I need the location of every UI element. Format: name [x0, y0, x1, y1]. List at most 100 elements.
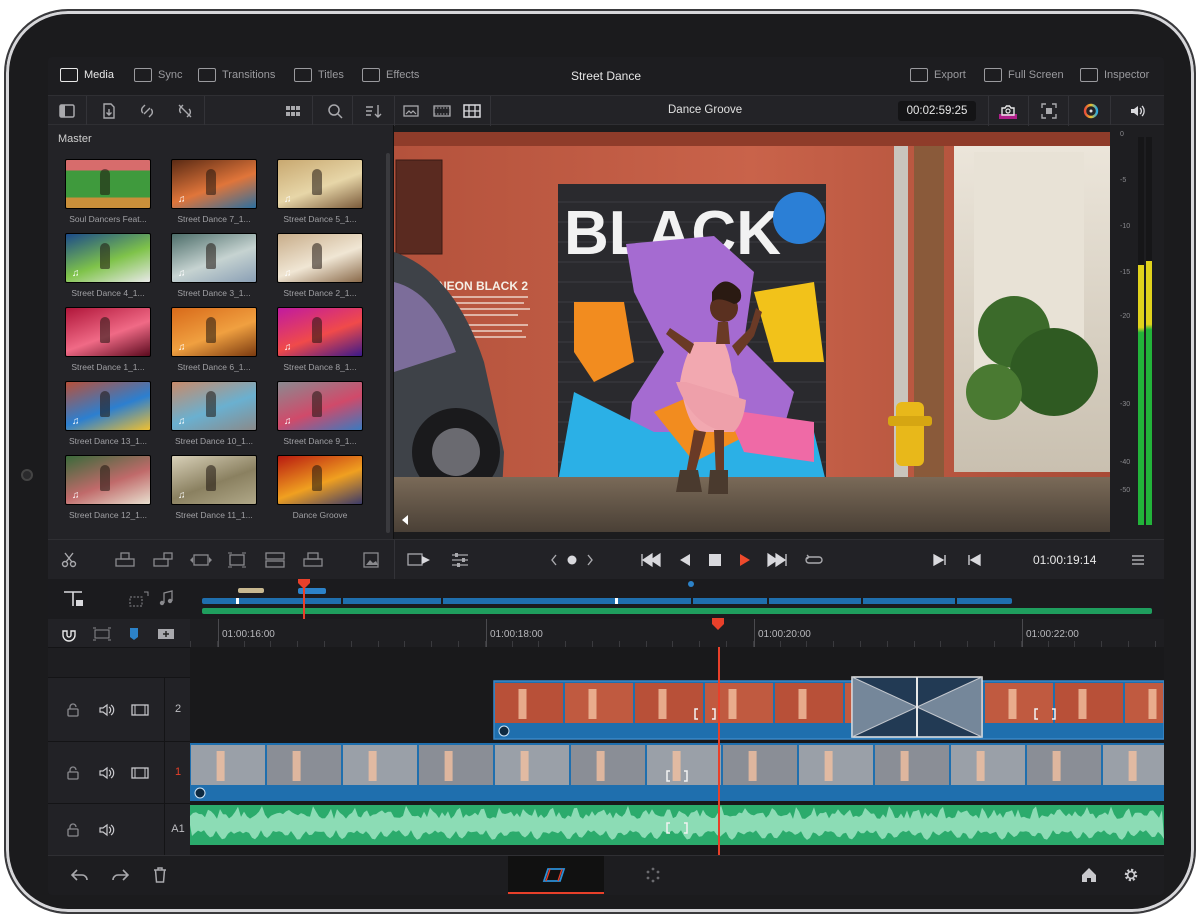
bin-name[interactable]: Master [58, 133, 92, 145]
meter-scale-label: 0 [1120, 131, 1124, 138]
timeline-ruler[interactable]: 01:00:16:00 01:00:18:00 01:00:20:00 01:00:2… [190, 619, 1164, 647]
gear-icon[interactable] [1122, 866, 1140, 888]
viewer[interactable]: BLACK' NEON BLACK 2 [394, 132, 1110, 532]
play-icon[interactable] [738, 551, 752, 573]
cut-page-tab[interactable] [508, 856, 604, 894]
ruler-label: 01:00:20:00 [758, 629, 811, 640]
clip-label: Soul Dancers Feat... [69, 214, 147, 224]
export-button[interactable]: Export [910, 68, 966, 82]
go-to-end-icon[interactable] [766, 551, 788, 573]
jog-control-icon[interactable] [550, 551, 594, 573]
source-overwrite-icon[interactable] [302, 551, 324, 573]
media-clip[interactable]: ♫ Street Dance 11_1... [164, 455, 264, 525]
media-clip[interactable]: ♫ Street Dance 6_1... [164, 307, 264, 377]
flag-marker-icon[interactable] [126, 625, 142, 646]
relink-icon[interactable] [138, 102, 156, 120]
sort-icon[interactable] [364, 102, 382, 120]
loop-icon[interactable] [804, 551, 824, 573]
filmstrip-figure [1052, 751, 1061, 781]
close-up-icon[interactable] [226, 551, 248, 573]
thumbnail-toggle-icon[interactable] [362, 551, 380, 573]
mark-out-icon[interactable] [966, 551, 982, 573]
viewer-single-icon[interactable] [402, 102, 420, 120]
camera-capture-icon[interactable] [998, 102, 1017, 120]
media-clip[interactable]: ♫ Street Dance 4_1... [58, 233, 158, 303]
adjustments-icon[interactable] [450, 551, 470, 573]
media-clip[interactable]: Soul Dancers Feat... [58, 159, 158, 229]
speaker-icon[interactable] [98, 765, 116, 784]
timeline-tracks[interactable] [190, 647, 1164, 855]
speaker-icon[interactable] [1128, 102, 1146, 120]
media-clip[interactable]: ♫ Street Dance 8_1... [270, 307, 370, 377]
home-icon[interactable] [1080, 866, 1098, 888]
inspector-button[interactable]: Inspector [1080, 68, 1149, 82]
media-clip[interactable]: ♫ Street Dance 7_1... [164, 159, 264, 229]
clip-thumbnail: ♫ [277, 381, 363, 431]
media-pool-scrollbar[interactable] [386, 153, 390, 533]
redo-icon[interactable] [110, 866, 130, 888]
speaker-icon[interactable] [98, 822, 116, 841]
menu-icon[interactable] [1130, 551, 1146, 573]
fullscreen-button[interactable]: Full Screen [984, 68, 1064, 82]
ripple-overwrite-icon[interactable] [188, 551, 214, 573]
append-icon[interactable] [152, 551, 174, 573]
media-clip[interactable]: Street Dance 1_1... [58, 307, 158, 377]
magnet-snap-icon[interactable] [60, 625, 78, 646]
viewer-split-icon[interactable] [462, 102, 481, 120]
filmstrip-figure [588, 689, 597, 719]
filmstrip-figure [1128, 751, 1137, 781]
sidebar-toggle-icon[interactable] [58, 102, 76, 120]
video-toggle-icon[interactable] [130, 765, 150, 784]
lock-icon[interactable] [66, 822, 80, 841]
edit-page-dots-icon[interactable] [644, 866, 662, 888]
playback-mode-icon[interactable] [406, 551, 432, 573]
grid-view-icon[interactable] [284, 102, 302, 120]
media-clip[interactable]: ♫ Street Dance 3_1... [164, 233, 264, 303]
transition-cross-dissolve[interactable] [851, 676, 983, 738]
track-header-v2[interactable]: 2 [48, 677, 190, 742]
reverse-play-icon[interactable] [678, 551, 692, 573]
playhead-handle[interactable] [712, 617, 724, 630]
place-on-top-icon[interactable] [264, 551, 286, 573]
audio-track-icon[interactable] [156, 589, 178, 613]
viewer-filmstrip-icon[interactable] [432, 102, 451, 120]
undo-icon[interactable] [70, 866, 90, 888]
media-clip[interactable]: ♫ Street Dance 2_1... [270, 233, 370, 303]
smart-reframe-icon[interactable] [1040, 102, 1058, 120]
media-clip[interactable]: ♫ Street Dance 9_1... [270, 381, 370, 451]
media-clip[interactable]: ♫ Street Dance 5_1... [270, 159, 370, 229]
color-wheel-icon[interactable] [1082, 102, 1100, 120]
track-number: 2 [174, 703, 182, 715]
scissors-icon[interactable] [60, 551, 78, 573]
delete-icon[interactable] [152, 866, 168, 888]
smart-insert-icon[interactable] [114, 551, 136, 573]
track-header-v1[interactable]: 1 [48, 741, 190, 804]
linked-selection-icon[interactable] [92, 625, 112, 646]
import-media-icon[interactable] [100, 102, 118, 120]
media-clip[interactable]: ♫ Street Dance 12_1... [58, 455, 158, 525]
clip-figure [99, 316, 110, 343]
speaker-icon[interactable] [98, 702, 116, 721]
lock-icon[interactable] [66, 702, 80, 721]
media-clip[interactable]: Dance Groove [270, 455, 370, 525]
track-lock-icon[interactable] [62, 589, 86, 613]
go-to-start-icon[interactable] [640, 551, 662, 573]
media-clip[interactable]: ♫ Street Dance 10_1... [164, 381, 264, 451]
unlink-icon[interactable] [176, 102, 194, 120]
media-clip[interactable]: ♫ Street Dance 13_1... [58, 381, 158, 451]
viewer-clip-name[interactable]: Dance Groove [668, 104, 742, 116]
viewer-frame: BLACK' NEON BLACK 2 [394, 132, 1110, 532]
clip-track-up-icon[interactable] [128, 589, 150, 613]
upper-timeline[interactable] [48, 579, 1164, 619]
filmstrip-figure [292, 751, 301, 781]
stop-icon[interactable] [708, 551, 722, 573]
video-toggle-icon[interactable] [130, 702, 150, 721]
mark-in-icon[interactable] [932, 551, 948, 573]
clip-thumbnail [65, 307, 151, 357]
add-marker-icon[interactable] [156, 625, 176, 646]
track-header-a1[interactable]: A1 [48, 803, 190, 856]
clip-thumbnail: ♫ [171, 381, 257, 431]
inspector-icon [1080, 68, 1098, 82]
search-icon[interactable] [326, 102, 344, 120]
lock-icon[interactable] [66, 765, 80, 784]
